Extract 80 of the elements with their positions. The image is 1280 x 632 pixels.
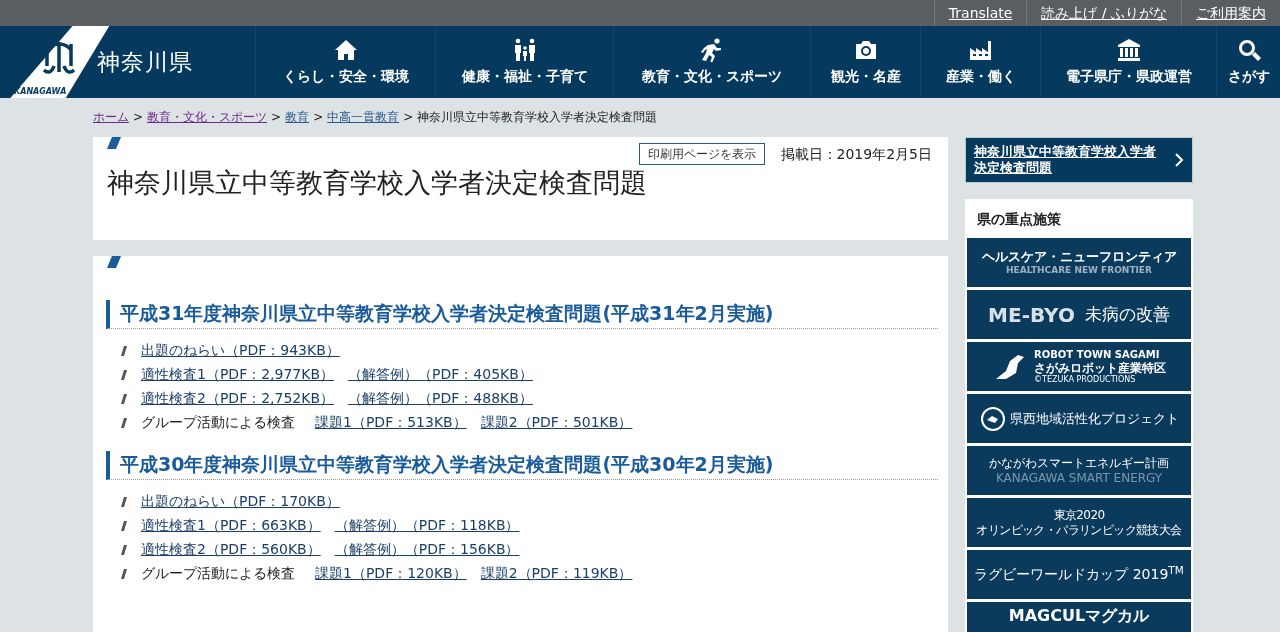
- pdf-link[interactable]: （解答例）（PDF：156KB）: [334, 539, 520, 561]
- pdf-link[interactable]: 適性検査1（PDF：663KB）: [141, 515, 321, 537]
- banner[interactable]: ME-BYO 未病の改善: [967, 290, 1191, 339]
- corner-mark: [107, 137, 121, 149]
- sidebar-heading: 県の重点施策: [976, 210, 1062, 229]
- section-heading: 平成30年度神奈川県立中等教育学校入学者決定検査問題(平成30年2月実施): [106, 450, 938, 480]
- banner-text: 東京2020: [1053, 508, 1105, 523]
- search-icon: [1236, 37, 1261, 62]
- bullet-icon: [121, 496, 127, 507]
- banner[interactable]: MAGCULマグカル: [967, 602, 1191, 632]
- pdf-link[interactable]: 出題のねらい（PDF：170KB）: [141, 491, 340, 513]
- item-label: グループ活動による検査: [141, 413, 295, 433]
- nav-link[interactable]: 教育・文化・スポーツ: [642, 65, 782, 87]
- breadcrumb-current: 神奈川県立中等教育学校入学者決定検査問題: [417, 110, 658, 124]
- bullet-icon: [121, 544, 127, 555]
- print-button[interactable]: 印刷用ページを表示: [638, 143, 765, 165]
- pdf-link[interactable]: 課題2（PDF：119KB）: [480, 563, 633, 585]
- nav-link[interactable]: 健康・福祉・子育て: [461, 65, 588, 87]
- breadcrumb-link[interactable]: ホーム: [93, 110, 129, 124]
- nav-link[interactable]: さがす: [1227, 65, 1270, 87]
- bullet-icon: [121, 417, 127, 428]
- bullet-icon: [121, 369, 127, 380]
- breadcrumb-separator: >: [313, 110, 324, 124]
- pdf-link[interactable]: （解答例）（PDF：118KB）: [334, 515, 520, 537]
- house-icon: [333, 37, 358, 62]
- banner-text: HEALTHCARE NEW FRONTIER: [1006, 264, 1152, 276]
- nav-link[interactable]: 観光・名産: [830, 65, 901, 87]
- pdf-link[interactable]: 課題1（PDF：120KB）: [315, 563, 467, 585]
- nav-link[interactable]: 産業・働く: [945, 65, 1016, 87]
- banner-text: ヘルスケア・ニューフロンティア: [981, 249, 1177, 265]
- nav-link[interactable]: 電子県庁・県政運営: [1065, 65, 1192, 87]
- banner-text: 県西地域活性化プロジェクト: [1009, 410, 1179, 427]
- chevron-right-icon: [1174, 152, 1184, 168]
- published-date: 掲載日：2019年2月5日: [780, 144, 932, 164]
- banner-text: ラグビーワールドカップ 2019$^{TM}$: [974, 566, 1184, 583]
- logo-text[interactable]: 神奈川県: [97, 44, 193, 80]
- corner-mark: [107, 256, 121, 268]
- pdf-link[interactable]: 課題2（PDF：501KB）: [480, 412, 633, 434]
- breadcrumb-link[interactable]: 中高一貫教育: [327, 110, 400, 124]
- banner[interactable]: かながわスマートエネルギー計画 KANAGAWA SMART ENERGY: [967, 446, 1191, 495]
- breadcrumb-link[interactable]: 教育: [285, 110, 310, 124]
- breadcrumb-separator: >: [271, 110, 282, 124]
- banner[interactable]: ROBOT TOWN SAGAMI さがみロボット産業特区 ©TEZUKA PRODUCTIONS: [967, 342, 1191, 391]
- pdf-link[interactable]: 適性検査1（PDF：2,977KB）: [141, 364, 335, 386]
- building-icon: [1116, 37, 1141, 62]
- section-heading: 平成31年度神奈川県立中等教育学校入学者決定検査問題(平成31年2月実施): [106, 300, 938, 329]
- banner-text: さがみロボット産業特区: [1034, 360, 1166, 375]
- banner-text: KANAGAWA SMART ENERGY: [995, 470, 1163, 485]
- bullet-icon: [121, 520, 127, 531]
- banner[interactable]: ヘルスケア・ニューフロンティア HEALTHCARE NEW FRONTIER: [967, 238, 1191, 287]
- banner-text: ME-BYO: [988, 302, 1075, 327]
- banner-text: 未病の改善: [1084, 304, 1170, 325]
- item-label: グループ活動による検査: [141, 564, 295, 584]
- pdf-link[interactable]: 適性検査2（PDF：2,752KB）: [141, 388, 335, 410]
- runner-icon: [700, 37, 724, 62]
- bullet-icon: [121, 345, 127, 356]
- pdf-link[interactable]: （解答例）（PDF：488KB）: [348, 388, 533, 410]
- banner[interactable]: 東京2020 オリンピック・パラリンピック競技大会: [967, 498, 1191, 547]
- banner-text: ROBOT TOWN SAGAMI: [1034, 348, 1161, 361]
- banner-text: オリンピック・パラリンピック競技大会: [976, 522, 1182, 537]
- pdf-link[interactable]: 出題のねらい（PDF：943KB）: [141, 340, 340, 362]
- breadcrumb-separator: >: [133, 110, 144, 124]
- bullet-icon: [121, 568, 127, 579]
- circle-logo-icon: [979, 405, 1006, 432]
- breadcrumb-separator: >: [403, 110, 414, 124]
- logo-icon: [42, 40, 76, 76]
- pdf-link[interactable]: 課題1（PDF：513KB）: [315, 412, 467, 434]
- banner-text: MAGCULマグカル: [1008, 606, 1150, 626]
- nav-link[interactable]: くらし・安全・環境: [282, 65, 409, 87]
- page-title: 神奈川県立中等教育学校入学者決定検査問題: [106, 166, 648, 200]
- banner-text: かながわスマートエネルギー計画: [989, 456, 1169, 471]
- banner[interactable]: 県西地域活性化プロジェクト: [967, 394, 1191, 443]
- current-page-link[interactable]: 神奈川県立中等教育学校入学者決定検査問題: [974, 144, 1166, 176]
- bullet-icon: [121, 393, 127, 404]
- pdf-link[interactable]: （解答例）（PDF：405KB）: [348, 364, 533, 386]
- breadcrumb-link[interactable]: 教育・文化・スポーツ: [147, 110, 268, 124]
- banner-text: ©TEZUKA PRODUCTIONS: [1034, 374, 1137, 385]
- family-icon: [512, 37, 537, 62]
- pdf-link[interactable]: 適性検査2（PDF：560KB）: [141, 539, 321, 561]
- banner[interactable]: ラグビーワールドカップ 2019$^{TM}$: [967, 550, 1191, 599]
